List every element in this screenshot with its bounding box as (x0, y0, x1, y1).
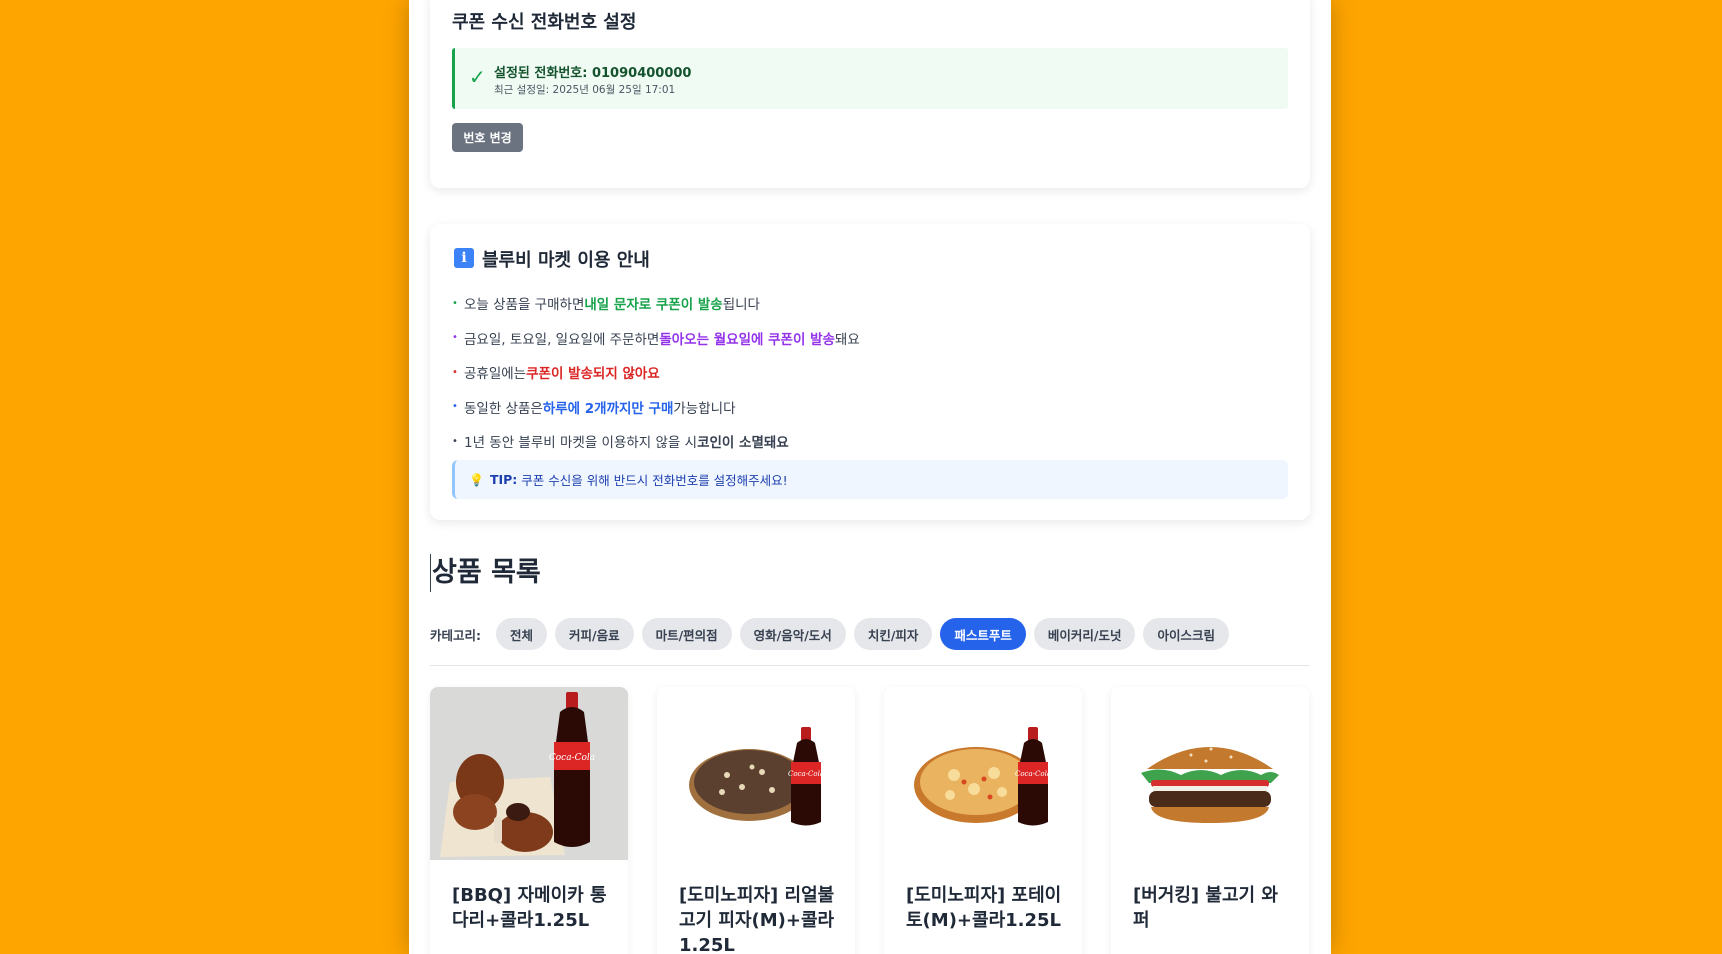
guide-item-text: 동일한 상품은 (464, 400, 543, 417)
lightbulb-icon: 💡 (469, 472, 484, 487)
guide-item-highlight: 하루에 2개까지만 구매 (542, 400, 674, 417)
svg-text:Coca-Cola: Coca-Cola (1015, 770, 1051, 778)
product-name[interactable]: [도미노피자] 포테이토(M)+콜라1.25L (906, 883, 1066, 933)
category-pill[interactable]: 영화/음악/도서 (739, 618, 846, 650)
product-card[interactable]: [버거킹] 불고기 와퍼 (1111, 687, 1309, 954)
svg-text:Coca-Cola: Coca-Cola (549, 753, 595, 763)
guide-item: • 1년 동안 블루비 마켓을 이용하지 않을 시 코인이 소멸돼요 (452, 424, 860, 459)
change-number-button[interactable]: 번호 변경 (452, 123, 523, 152)
guide-item-suffix: 됩니다 (722, 297, 760, 314)
page-container: 쿠폰 수신 전화번호 설정 ✓ 설정된 전화번호: 01090400000 최근… (409, 0, 1331, 954)
phone-settings-title: 쿠폰 수신 전화번호 설정 (452, 12, 637, 33)
guide-item-text: 금요일, 토요일, 일요일에 주문하면 (464, 331, 660, 348)
bullet-icon: • (452, 297, 458, 309)
product-image[interactable]: Coca-Cola (430, 687, 628, 860)
bullet-icon: • (452, 401, 458, 413)
product-name[interactable]: [도미노피자] 리얼불고기 피자(M)+콜라1.25L (679, 883, 839, 954)
category-bar: 카테고리: 전체 커피/음료 마트/편의점 영화/음악/도서 치킨/피자 패스트푸트 베이커… (430, 618, 1237, 650)
category-pill[interactable]: 마트/편의점 (641, 618, 732, 650)
guide-item-highlight: 코인이 소멸돼요 (697, 435, 789, 452)
product-card[interactable]: Coca-Cola [도미노피자] 포테이토(M)+콜라1.25L (884, 687, 1082, 954)
bullet-icon: • (452, 332, 458, 344)
guide-list: • 오늘 상품을 구매하면 내일 문자로 쿠폰이 발송 됩니다 • 금요일, 토요일, … (452, 286, 860, 459)
guide-title: 블루비 마켓 이용 안내 (482, 250, 650, 271)
category-pill[interactable]: 아이스크림 (1143, 618, 1229, 650)
category-pill[interactable]: 커피/음료 (555, 618, 634, 650)
tip-text: 쿠폰 수신을 위해 반드시 전화번호를 설정해주세요! (521, 473, 788, 488)
guide-item-highlight: 쿠폰이 발송되지 않아요 (526, 366, 660, 383)
bullet-icon: • (452, 366, 458, 378)
guide-item-suffix: 가능합니다 (673, 400, 736, 417)
phone-number-text: 설정된 전화번호: 01090400000 (494, 66, 692, 81)
phone-status-box: ✓ 설정된 전화번호: 01090400000 최근 설정일: 2025년 06… (452, 48, 1288, 109)
guide-item: • 공휴일에는 쿠폰이 발송되지 않아요 (452, 355, 860, 390)
svg-text:Coca-Cola: Coca-Cola (788, 770, 824, 778)
guide-item-text: 공휴일에는 (464, 366, 527, 383)
divider (430, 665, 1310, 666)
product-image[interactable] (1111, 687, 1309, 860)
check-icon: ✓ (469, 65, 486, 89)
product-card[interactable]: Coca-Cola [BBQ] 자메이카 통다리+콜라1.25L (430, 687, 628, 954)
category-label: 카테고리: (430, 627, 481, 643)
phone-settings-card: 쿠폰 수신 전화번호 설정 ✓ 설정된 전화번호: 01090400000 최근… (430, 0, 1310, 188)
guide-item: • 오늘 상품을 구매하면 내일 문자로 쿠폰이 발송 됩니다 (452, 286, 860, 321)
category-pill[interactable]: 전체 (496, 618, 548, 650)
guide-item-text: 1년 동안 블루비 마켓을 이용하지 않을 시 (464, 435, 698, 452)
product-card[interactable]: Coca-Cola [도미노피자] 리얼불고기 피자(M)+콜라1.25L (657, 687, 855, 954)
tip-box: 💡 TIP: 쿠폰 수신을 위해 반드시 전화번호를 설정해주세요! (452, 460, 1288, 499)
product-image[interactable]: Coca-Cola (884, 687, 1082, 860)
product-list-title: 상품 목록 (430, 554, 541, 592)
guide-item: • 금요일, 토요일, 일요일에 주문하면 돌아오는 월요일에 쿠폰이 발송 돼요 (452, 321, 860, 356)
phone-updated-date: 최근 설정일: 2025년 06월 25일 17:01 (494, 84, 676, 96)
product-name[interactable]: [버거킹] 불고기 와퍼 (1133, 883, 1293, 933)
category-pill[interactable]: 치킨/피자 (853, 618, 933, 650)
guide-item-highlight: 내일 문자로 쿠폰이 발송 (584, 297, 723, 314)
guide-item-highlight: 돌아오는 월요일에 쿠폰이 발송 (659, 331, 835, 348)
guide-item: • 동일한 상품은 하루에 2개까지만 구매 가능합니다 (452, 390, 860, 425)
category-pill[interactable]: 베이커리/도넛 (1033, 618, 1136, 650)
bullet-icon: • (452, 435, 458, 447)
category-pill[interactable]: 패스트푸트 (940, 618, 1026, 650)
guide-item-text: 오늘 상품을 구매하면 (464, 297, 585, 314)
guide-card: i 블루비 마켓 이용 안내 • 오늘 상품을 구매하면 내일 문자로 쿠폰이 발… (430, 224, 1310, 520)
tip-label: TIP: (489, 472, 518, 487)
guide-item-suffix: 돼요 (834, 331, 860, 348)
product-name[interactable]: [BBQ] 자메이카 통다리+콜라1.25L (452, 883, 612, 933)
info-icon: i (454, 248, 474, 268)
product-image[interactable]: Coca-Cola (657, 687, 855, 860)
